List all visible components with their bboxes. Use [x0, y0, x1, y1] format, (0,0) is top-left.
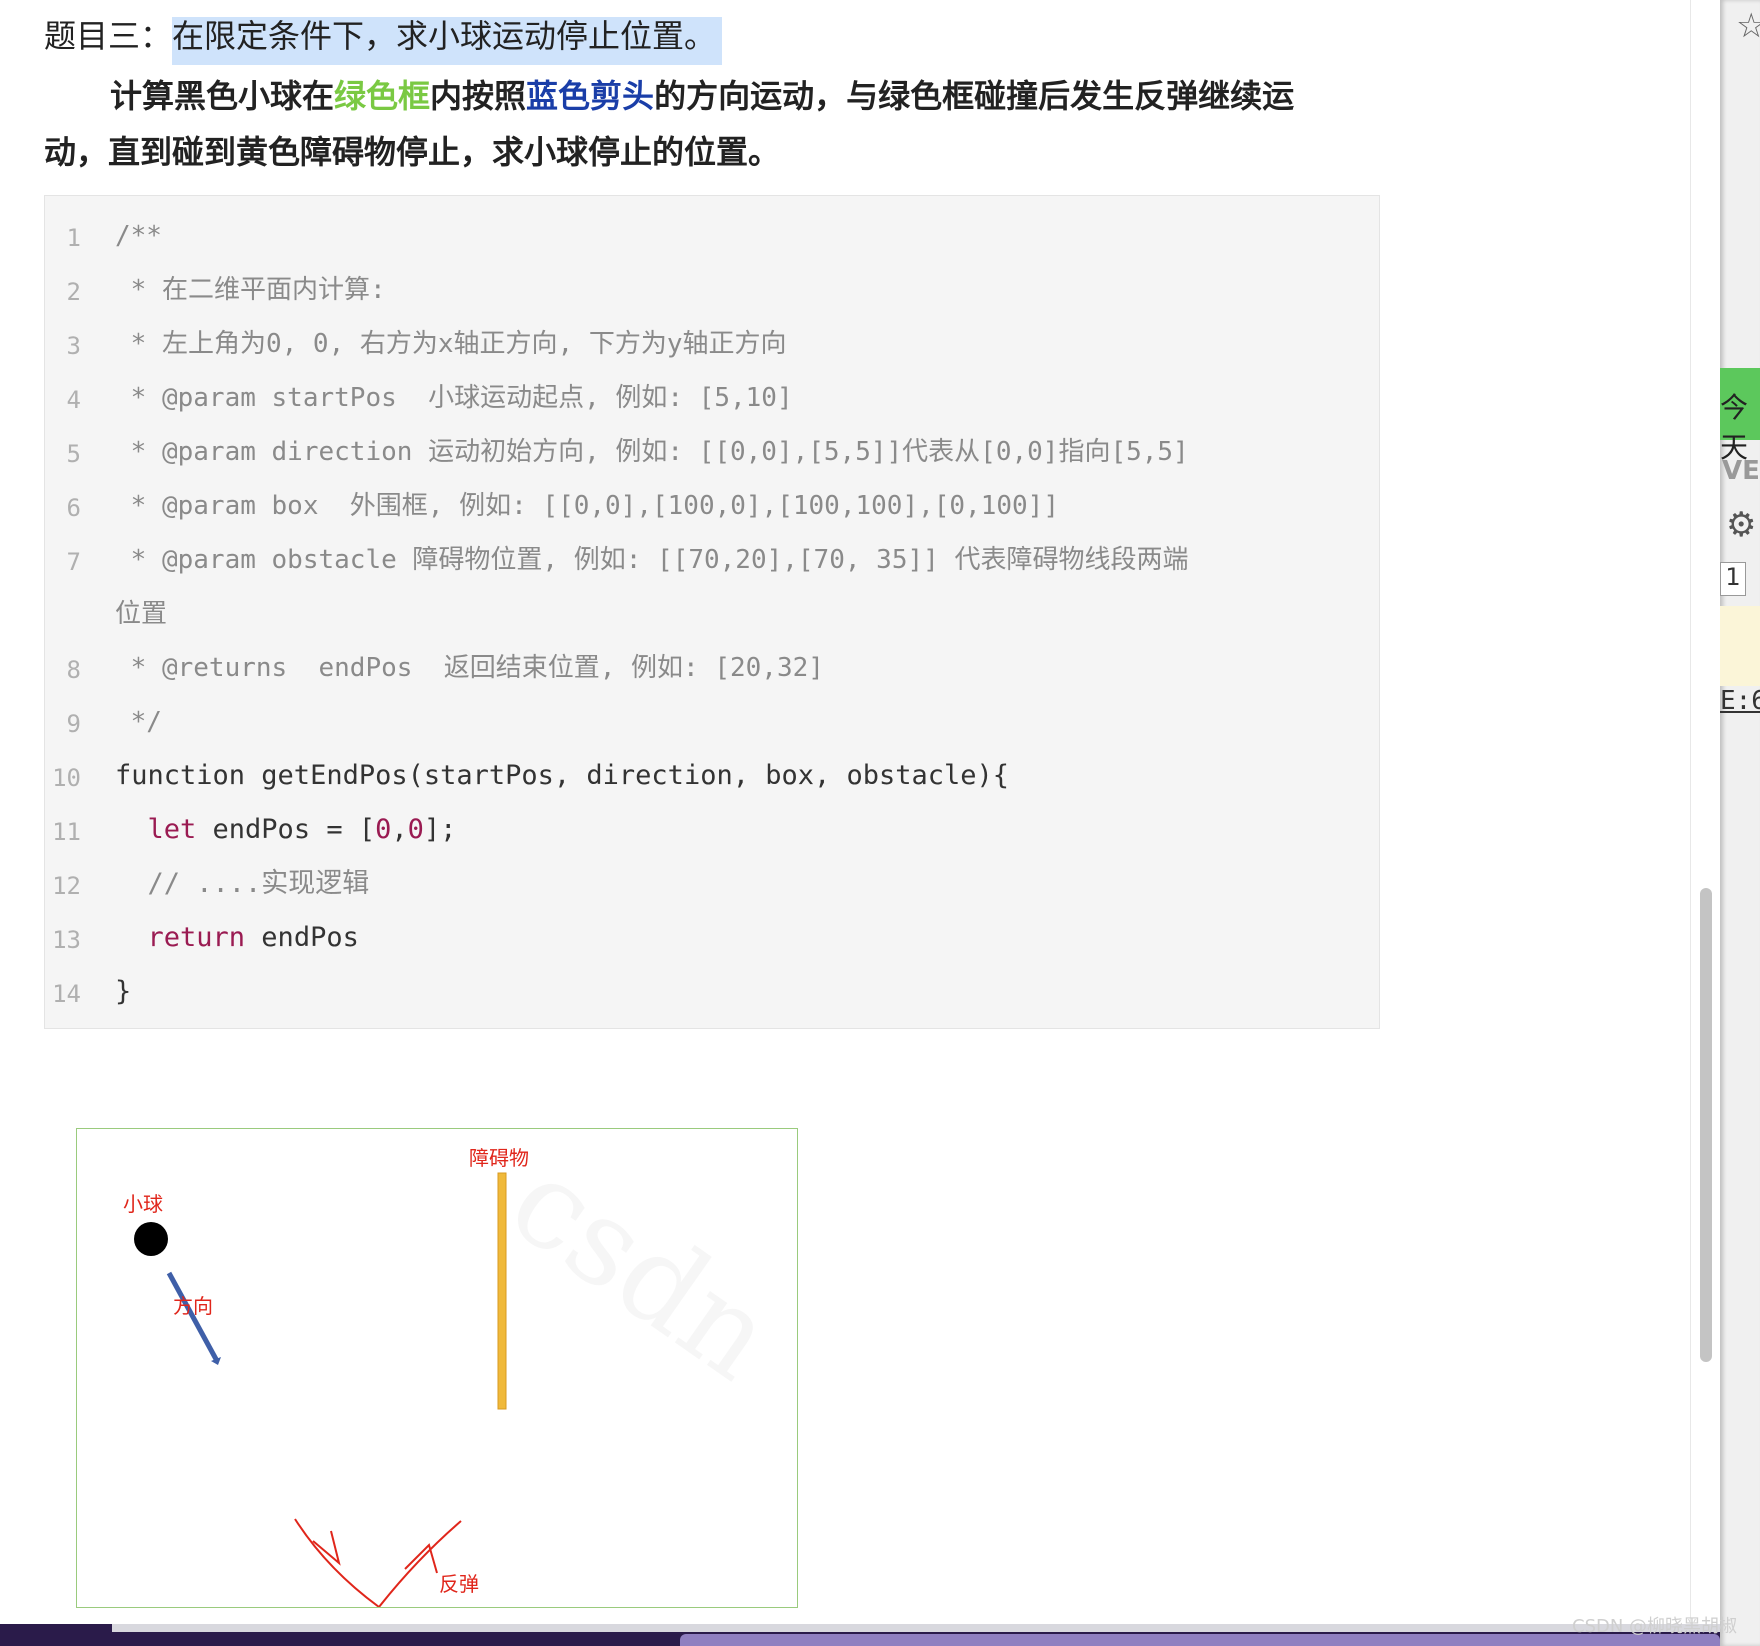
line-number: 13	[52, 926, 81, 954]
code-block[interactable]: 1 2 3 4 5 6 7 8 9 10 11 12 13 14 /** * 在…	[44, 195, 1380, 1029]
today-button[interactable]: 今天	[1720, 368, 1760, 464]
title-highlighted-text[interactable]: 在限定条件下，求小球运动停止位置。	[172, 17, 723, 65]
line-number: 10	[52, 764, 81, 792]
code-text: endPos	[245, 922, 359, 953]
code-line: * @returns endPos 返回结束位置, 例如: [20,32]	[115, 653, 824, 683]
code-line: * @param obstacle 障碍物位置, 例如: [[70,20],[7…	[115, 545, 1189, 575]
taskbar	[0, 1624, 1720, 1646]
line-number: 2	[66, 278, 81, 306]
code-line: */	[115, 707, 162, 737]
taskbar-strip	[112, 1624, 1720, 1632]
ve-label: VE	[1722, 456, 1760, 486]
code-line: 位置	[115, 599, 168, 629]
code-line: }	[115, 976, 132, 1007]
line-number: 12	[52, 872, 81, 900]
right-side-panel	[1720, 0, 1760, 1646]
code-number: 0	[375, 814, 392, 845]
code-keyword: return	[115, 922, 246, 953]
code-line: /**	[115, 221, 162, 251]
code-text: endPos = [	[196, 814, 376, 845]
desc-part2: 内按照	[430, 77, 527, 115]
code-line: * @param startPos 小球运动起点, 例如: [5,10]	[115, 383, 793, 413]
csdn-watermark: CSDN @柳晓黑胡椒	[1572, 1616, 1738, 1637]
line-number: 1	[66, 224, 81, 252]
line-number: 9	[66, 710, 81, 738]
note-panel	[1720, 606, 1760, 686]
line-number: 11	[52, 818, 81, 846]
line-number: 14	[52, 980, 81, 1008]
line-number: 5	[66, 440, 81, 468]
desc-blue-word: 蓝色剪头	[526, 77, 655, 115]
diagram-canvas: 小球 方向 障碍物 反弹	[123, 1146, 529, 1608]
desc-part4: 动，直到碰到黄色障碍物停止，求小球停止的位置。	[44, 133, 781, 171]
line-number: 8	[66, 656, 81, 684]
code-line: * 左上角为0, 0, 右方为x轴正方向, 下方为y轴正方向	[115, 329, 787, 359]
title-prefix: 题目三：	[44, 17, 173, 55]
question-description: 计算黑色小球在绿色框内按照蓝色剪头的方向运动，与绿色框碰撞后发生反弹继续运 动，…	[44, 68, 1344, 180]
line-number: 3	[66, 332, 81, 360]
e6-link[interactable]: E:6	[1720, 686, 1760, 716]
page: csdn csdn 题目三：在限定条件下，求小球运动停止位置。 计算黑色小球在绿…	[0, 0, 1760, 1646]
bounce-label: 反弹	[439, 1572, 479, 1596]
code-line: * @param direction 运动初始方向, 例如: [[0,0],[5…	[115, 437, 1189, 467]
code-line: // ....实现逻辑	[115, 868, 370, 899]
desc-part3: 的方向运动，与绿色框碰撞后发生反弹继续运	[654, 77, 1295, 115]
code-text: ,	[391, 814, 408, 845]
page-number-field[interactable]: 1	[1720, 562, 1746, 596]
obstacle-label: 障碍物	[469, 1146, 529, 1170]
desc-green-word: 绿色框	[334, 77, 431, 115]
ball	[134, 1222, 168, 1256]
code-line: return endPos	[115, 920, 359, 956]
line-number: 6	[66, 494, 81, 522]
question-title: 题目三：在限定条件下，求小球运动停止位置。	[44, 14, 723, 65]
scrollbar-thumb[interactable]	[1700, 888, 1712, 1362]
obstacle-bar	[497, 1172, 507, 1410]
code-line: * @param box 外围框, 例如: [[0,0],[100,0],[10…	[115, 491, 1059, 521]
code-keyword: let	[115, 814, 197, 845]
star-icon[interactable]: ☆	[1736, 6, 1760, 46]
code-number: 0	[407, 814, 424, 845]
gear-icon[interactable]: ⚙	[1726, 505, 1756, 545]
article-content: csdn csdn 题目三：在限定条件下，求小球运动停止位置。 计算黑色小球在绿…	[0, 0, 1690, 1646]
ball-label: 小球	[123, 1192, 163, 1216]
code-text: ];	[423, 814, 457, 845]
today-label: 今天	[1720, 391, 1749, 464]
line-number: 4	[66, 386, 81, 414]
line-number: 7	[66, 548, 81, 576]
direction-label: 方向	[173, 1294, 213, 1318]
desc-part1: 计算黑色小球在	[110, 77, 335, 115]
code-line: * 在二维平面内计算:	[115, 275, 386, 305]
code-line: let endPos = [0,0];	[115, 812, 457, 848]
problem-diagram: 小球 方向 障碍物 反弹	[76, 1128, 798, 1608]
bounce-in-path	[294, 1518, 380, 1608]
scrollbar-track[interactable]	[1690, 0, 1721, 1646]
code-line: function getEndPos(startPos, direction, …	[115, 760, 1010, 791]
taskbar-dock	[680, 1634, 1720, 1646]
